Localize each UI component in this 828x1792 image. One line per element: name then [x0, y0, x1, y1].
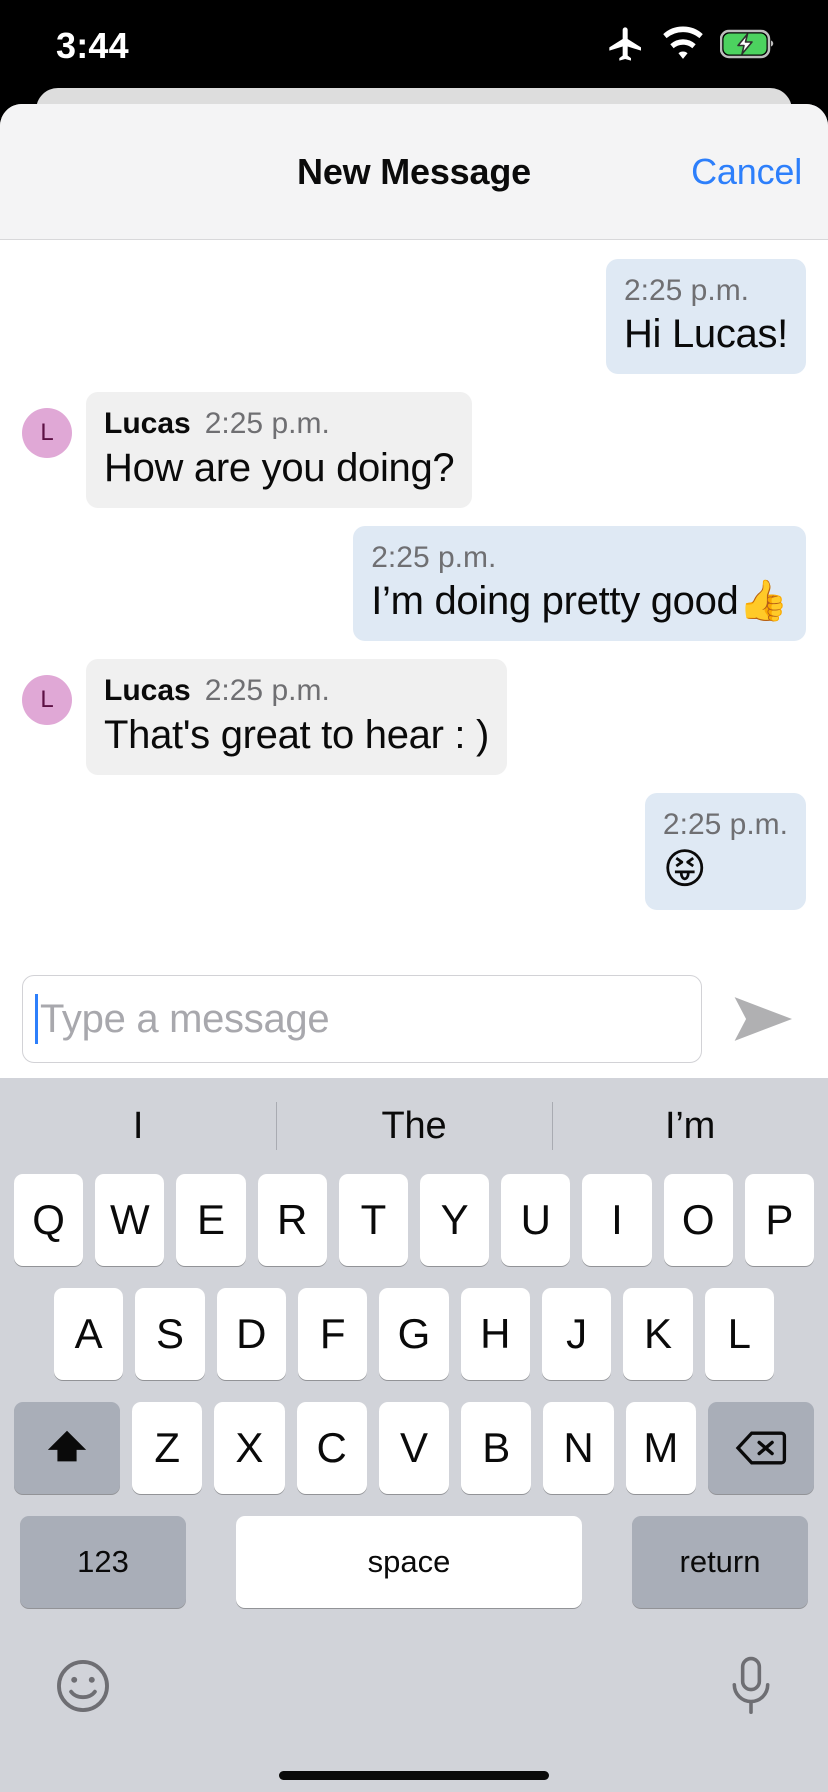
key-l[interactable]: L	[704, 1288, 774, 1380]
suggestion-0[interactable]: I	[0, 1105, 276, 1148]
key-p[interactable]: P	[744, 1174, 815, 1266]
return-key[interactable]: return	[632, 1516, 808, 1608]
message-sender: Lucas	[104, 674, 191, 708]
message-timestamp: 2:25 p.m.	[662, 807, 788, 841]
key-o[interactable]: O	[663, 1174, 733, 1266]
suggestion-2[interactable]: I’m	[552, 1105, 828, 1148]
message-row: L Lucas 2:25 p.m. That's great to hear : …	[0, 650, 828, 783]
message-row: 2:25 p.m. Hi Lucas!	[0, 250, 828, 383]
key-j[interactable]: J	[541, 1288, 612, 1380]
status-bar-icons	[606, 24, 776, 69]
shift-key[interactable]	[14, 1402, 121, 1494]
backspace-icon	[735, 1431, 787, 1465]
message-list[interactable]: 2:25 p.m. Hi Lucas! L Lucas 2:25 p.m. How…	[0, 240, 828, 960]
home-indicator-area	[0, 1746, 828, 1792]
message-bubble-outgoing[interactable]: 2:25 p.m. I’m doing pretty good👍	[353, 525, 806, 642]
message-text: 😝	[662, 844, 707, 892]
phone-screen: 3:44 New Message Cancel 2:25 p.m. Hi Luc…	[0, 0, 828, 1792]
key-e[interactable]: E	[176, 1174, 246, 1266]
key-r[interactable]: R	[257, 1174, 327, 1266]
message-timestamp: 2:25 p.m.	[204, 407, 330, 441]
message-timestamp: 2:25 p.m.	[204, 674, 330, 708]
key-z[interactable]: Z	[132, 1402, 203, 1494]
key-d[interactable]: D	[216, 1288, 286, 1380]
key-y[interactable]: Y	[420, 1174, 490, 1266]
send-arrow-icon	[734, 997, 792, 1041]
key-w[interactable]: W	[95, 1174, 165, 1266]
airplane-mode-icon	[606, 24, 646, 69]
key-c[interactable]: C	[296, 1402, 367, 1494]
avatar: L	[22, 408, 72, 459]
key-b[interactable]: B	[461, 1402, 532, 1494]
numbers-key[interactable]: 123	[20, 1516, 186, 1608]
message-text: Hi Lucas!	[623, 312, 788, 357]
keyboard-row-1: Q W E R T Y U I O P	[0, 1174, 828, 1266]
message-text: That's great to hear : )	[104, 712, 490, 757]
composer-bar: Type a message	[0, 960, 828, 1078]
shift-icon	[47, 1430, 87, 1462]
key-u[interactable]: U	[501, 1174, 571, 1266]
emoji-icon	[57, 1660, 109, 1712]
key-t[interactable]: T	[338, 1174, 408, 1266]
key-v[interactable]: V	[378, 1402, 450, 1494]
key-m[interactable]: M	[625, 1402, 696, 1494]
avatar: L	[22, 675, 72, 726]
text-caret	[35, 994, 38, 1044]
send-button[interactable]	[728, 991, 800, 1047]
microphone-icon	[732, 1656, 770, 1715]
keyboard-row-3: Z X C V B N M	[0, 1402, 828, 1494]
backspace-key[interactable]	[707, 1402, 814, 1494]
wifi-icon	[662, 24, 704, 69]
key-x[interactable]: X	[214, 1402, 285, 1494]
message-bubble-incoming[interactable]: Lucas 2:25 p.m. That's great to hear : )	[86, 659, 508, 775]
key-s[interactable]: S	[135, 1288, 205, 1380]
message-bubble-outgoing[interactable]: 2:25 p.m. Hi Lucas!	[605, 259, 806, 375]
sheet-header: New Message Cancel	[0, 104, 828, 240]
message-bubble-incoming[interactable]: Lucas 2:25 p.m. How are you doing?	[86, 392, 473, 508]
keyboard-row-2: A S D F G H J K L	[0, 1288, 828, 1380]
message-sender: Lucas	[104, 407, 191, 441]
status-bar-time: 3:44	[56, 25, 129, 66]
message-input[interactable]: Type a message	[22, 975, 702, 1063]
on-screen-keyboard: I The I’m Q W E R T Y U I O P A S D F G …	[0, 1078, 828, 1792]
message-text: I’m doing pretty good👍	[371, 579, 788, 624]
page-title: New Message	[297, 150, 531, 192]
key-k[interactable]: K	[623, 1288, 693, 1380]
new-message-sheet: New Message Cancel 2:25 p.m. Hi Lucas! L…	[0, 104, 828, 1792]
key-q[interactable]: Q	[13, 1174, 84, 1266]
key-a[interactable]: A	[54, 1288, 124, 1380]
keyboard-suggestion-bar: I The I’m	[0, 1078, 828, 1174]
message-timestamp: 2:25 p.m.	[623, 274, 750, 307]
key-n[interactable]: N	[543, 1402, 614, 1494]
battery-charging-icon	[719, 28, 776, 65]
key-h[interactable]: H	[460, 1288, 530, 1380]
message-row: 2:25 p.m. 😝	[0, 784, 828, 920]
message-text: How are you doing?	[104, 445, 455, 490]
message-bubble-outgoing[interactable]: 2:25 p.m. 😝	[644, 792, 806, 911]
message-input-placeholder: Type a message	[40, 996, 330, 1041]
message-meta: Lucas 2:25 p.m.	[104, 673, 489, 708]
dictation-key[interactable]	[726, 1655, 776, 1717]
status-bar: 3:44	[0, 0, 828, 92]
message-row: 2:25 p.m. I’m doing pretty good👍	[0, 517, 828, 650]
home-indicator[interactable]	[279, 1770, 549, 1780]
message-meta: Lucas 2:25 p.m.	[104, 406, 454, 441]
space-key[interactable]: space	[236, 1516, 582, 1608]
emoji-key[interactable]	[52, 1655, 114, 1717]
key-g[interactable]: G	[379, 1288, 449, 1380]
key-i[interactable]: I	[582, 1174, 652, 1266]
keyboard-bottom-bar	[0, 1626, 828, 1746]
message-timestamp: 2:25 p.m.	[371, 540, 497, 574]
key-f[interactable]: F	[298, 1288, 368, 1380]
cancel-button[interactable]: Cancel	[691, 151, 802, 193]
suggestion-1[interactable]: The	[276, 1105, 552, 1148]
message-row: L Lucas 2:25 p.m. How are you doing?	[0, 383, 828, 516]
keyboard-row-4: 123 space return	[0, 1516, 828, 1608]
